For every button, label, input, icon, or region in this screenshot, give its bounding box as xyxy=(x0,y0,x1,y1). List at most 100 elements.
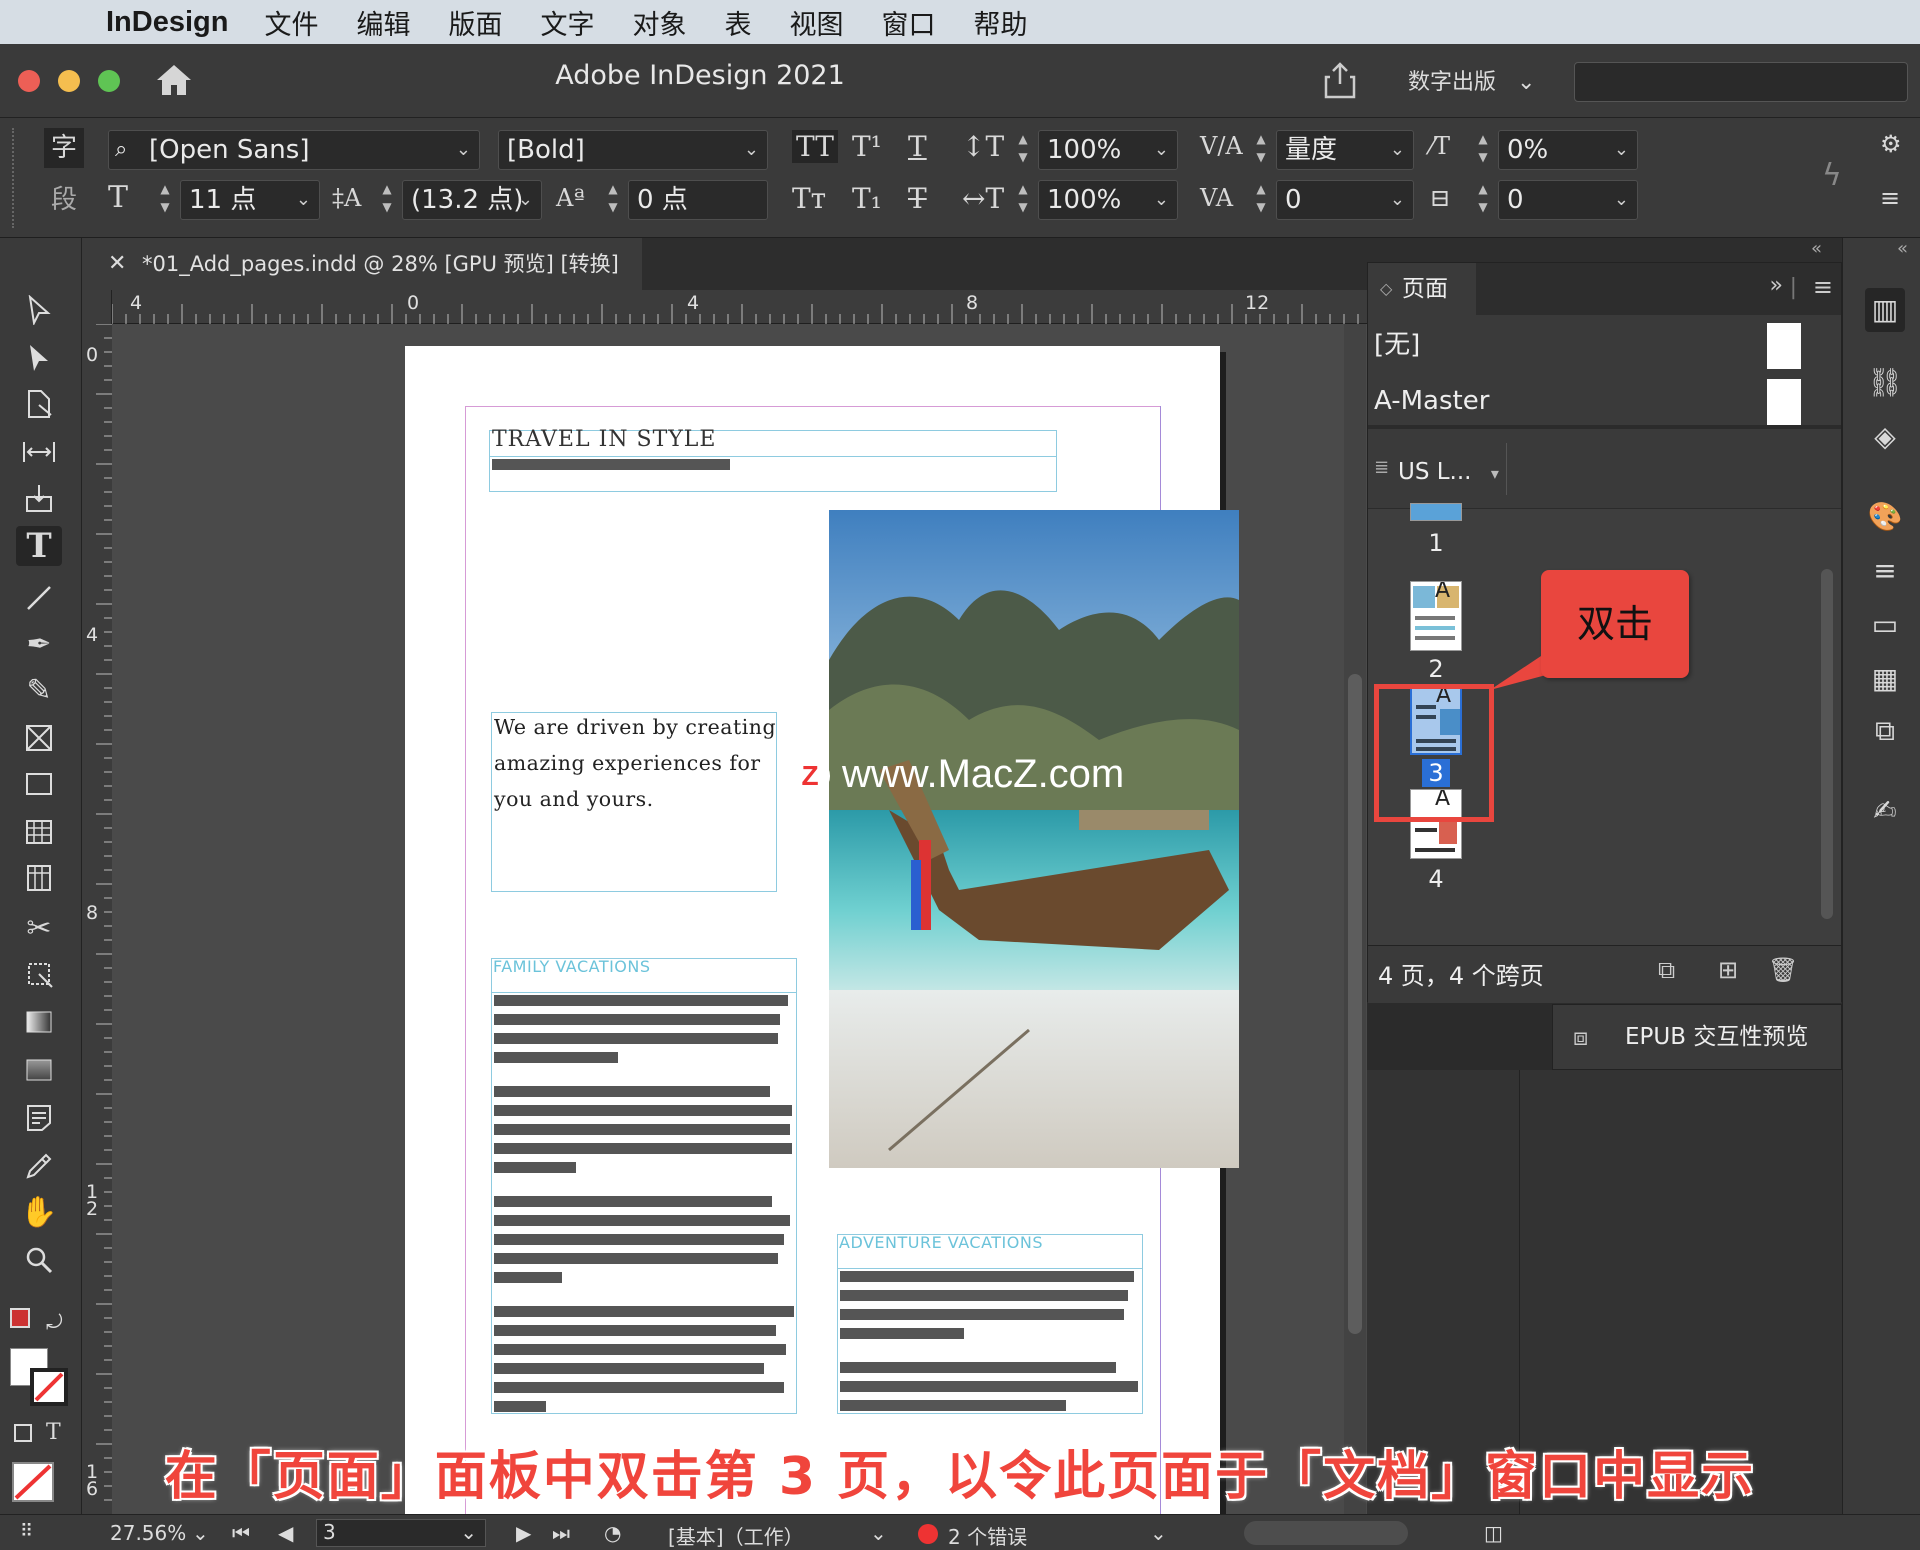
document-tab[interactable]: ✕ *01_Add_pages.indd @ 28% [GPU 预览] [转换] xyxy=(82,238,642,290)
pages-panel-icon[interactable]: ▥ xyxy=(1865,288,1905,332)
menu-item-type[interactable]: 文字 xyxy=(540,3,594,42)
vertical-grid-tool-icon[interactable] xyxy=(16,858,62,898)
swap-colors-icon[interactable]: ⤾ xyxy=(46,1310,63,1334)
chevron-down-icon[interactable]: ⌄ xyxy=(1390,131,1405,169)
scrollbar-thumb[interactable] xyxy=(1348,674,1362,1334)
all-caps-button[interactable]: TT xyxy=(792,130,838,163)
page-tool-icon[interactable] xyxy=(16,384,62,424)
preflight-errors[interactable]: 2 个错误 xyxy=(948,1521,1027,1550)
rectangle-frame-tool-icon[interactable] xyxy=(16,718,62,758)
hand-tool-icon[interactable]: ✋ xyxy=(16,1192,62,1232)
horizontal-scrollbar[interactable] xyxy=(1244,1521,1408,1545)
heading-text-frame[interactable]: TRAVEL IN STYLE xyxy=(489,427,1057,492)
lightning-icon[interactable]: ϟ xyxy=(1822,158,1842,193)
collapse-dock-icon[interactable]: « xyxy=(1897,238,1908,259)
preflight-profile[interactable]: [基本]（工作） xyxy=(668,1521,804,1550)
swatches-panel-icon[interactable]: ▦ xyxy=(1865,662,1905,698)
vertical-scale-field[interactable]: 100% ⌄ xyxy=(1038,130,1178,170)
beach-boat-photo[interactable] xyxy=(829,510,1239,1168)
kerning-stepper[interactable]: ▲ ▼ xyxy=(1250,130,1272,170)
tracking-field[interactable]: 0 ⌄ xyxy=(1276,180,1414,220)
panel-menu-icon[interactable]: ≡ xyxy=(1880,184,1900,212)
scissors-tool-icon[interactable]: ✂ xyxy=(16,908,62,948)
gradient-feather-tool-icon[interactable] xyxy=(16,1050,62,1090)
pencil-tool-icon[interactable]: ✎ xyxy=(16,670,62,710)
pasteboard[interactable]: TRAVEL IN STYLE We are driven by creatin… xyxy=(112,324,1367,1514)
gradient-panel-icon[interactable]: ▭ xyxy=(1865,608,1905,644)
free-transform-tool-icon[interactable] xyxy=(16,954,62,994)
leading-field[interactable]: (13.2 点) ⌄ xyxy=(402,180,542,220)
page-thumbnail-1[interactable] xyxy=(1410,503,1462,521)
menu-item-help[interactable]: 帮助 xyxy=(973,3,1027,42)
page-thumbnail-2[interactable]: A xyxy=(1410,581,1462,651)
open-page-icon[interactable]: ◔ xyxy=(604,1521,621,1545)
collapse-panels-icon[interactable]: « xyxy=(1811,238,1822,259)
menu-item-table[interactable]: 表 xyxy=(724,3,751,42)
skew-stepper[interactable]: ▲ ▼ xyxy=(1472,130,1494,170)
last-page-icon[interactable]: ⏭ xyxy=(552,1521,570,1545)
master-thumbnail[interactable] xyxy=(1767,323,1801,369)
paragraph-mode-button[interactable]: 段 xyxy=(44,180,84,220)
font-style-field[interactable]: [Bold] ⌄ xyxy=(498,130,768,170)
tracking-stepper[interactable]: ▲ ▼ xyxy=(1250,180,1272,220)
horizontal-ruler[interactable]: 4 0 4 8 12 xyxy=(112,290,1367,324)
chevron-down-icon[interactable]: ⌄ xyxy=(460,1520,477,1544)
gear-icon[interactable]: ⚙ xyxy=(1880,130,1902,158)
selection-tool-icon[interactable] xyxy=(16,290,62,330)
type-tool-icon[interactable]: T xyxy=(16,526,62,566)
links-panel-icon[interactable]: ⛓ xyxy=(1865,366,1905,402)
chevron-down-icon[interactable]: ⌄ xyxy=(1154,131,1169,169)
font-family-field[interactable]: ⌕ [Open Sans] ⌄ xyxy=(108,130,480,170)
edit-page-size-icon[interactable]: ⧉ xyxy=(1658,956,1675,984)
baseline-shift-field[interactable]: 0 点 xyxy=(628,180,768,220)
tab-pages[interactable]: ◇ 页面 xyxy=(1368,263,1476,315)
font-size-stepper[interactable]: ▲ ▼ xyxy=(154,180,176,220)
font-size-field[interactable]: 11 点 ⌄ xyxy=(180,180,320,220)
vertical-ruler[interactable]: 0 4 8 1 2 1 6 xyxy=(82,324,112,1514)
small-caps-button[interactable]: Tт xyxy=(792,182,826,215)
pages-scrollbar-thumb[interactable] xyxy=(1821,569,1833,919)
search-field[interactable] xyxy=(1574,62,1908,102)
trash-icon[interactable]: 🗑 xyxy=(1768,956,1798,984)
pen-tool-icon[interactable]: ✒ xyxy=(16,624,62,664)
cc-libraries-icon[interactable]: ⧉ xyxy=(1865,714,1905,750)
share-icon[interactable] xyxy=(1322,60,1358,100)
master-thumbnail[interactable] xyxy=(1767,379,1801,425)
chevron-down-icon[interactable]: ⌄ xyxy=(456,131,471,169)
kerning-field[interactable]: 量度 ⌄ xyxy=(1276,130,1414,170)
expand-panel-icon[interactable]: » xyxy=(1770,273,1783,298)
vertical-scrollbar[interactable] xyxy=(1344,324,1366,1514)
leading-stepper[interactable]: ▲ ▼ xyxy=(376,180,398,220)
page-size-menu[interactable]: US L... ▾ xyxy=(1398,459,1499,485)
split-window-icon[interactable]: ◫ xyxy=(1484,1521,1503,1545)
menu-item-view[interactable]: 视图 xyxy=(789,3,843,42)
strikethrough-button[interactable]: T xyxy=(908,182,927,215)
character-mode-button[interactable]: 字 xyxy=(44,128,84,168)
horizontal-scale-stepper[interactable]: ▲ ▼ xyxy=(1012,180,1034,220)
note-tool-icon[interactable] xyxy=(16,1098,62,1138)
gap-tool-icon[interactable] xyxy=(16,432,62,472)
stroke-panel-icon[interactable]: ≡ xyxy=(1865,554,1905,590)
vertical-scale-stepper[interactable]: ▲ ▼ xyxy=(1012,130,1034,170)
chevron-down-icon[interactable]: ⌄ xyxy=(518,181,533,219)
intro-text-frame[interactable]: We are driven by creating amazing experi… xyxy=(491,712,777,892)
panel-menu-icon[interactable]: ≡ xyxy=(1813,273,1833,301)
menu-item-edit[interactable]: 编辑 xyxy=(356,3,410,42)
menu-item-window[interactable]: 窗口 xyxy=(881,3,935,42)
zoom-level[interactable]: 27.56% xyxy=(110,1521,186,1545)
subscript-button[interactable]: T₁ xyxy=(852,182,882,215)
layers-panel-icon[interactable]: ◈ xyxy=(1865,420,1905,456)
master-item-none[interactable]: [无] xyxy=(1368,317,1841,373)
character-styles-icon[interactable]: ✍ xyxy=(1865,794,1905,830)
content-collector-tool-icon[interactable] xyxy=(16,478,62,518)
color-panel-icon[interactable]: 🎨 xyxy=(1865,500,1905,536)
panel-grip[interactable] xyxy=(12,128,16,228)
rectangle-tool-icon[interactable] xyxy=(16,764,62,804)
chevron-down-icon[interactable]: ⌄ xyxy=(192,1521,209,1545)
menu-item-object[interactable]: 对象 xyxy=(632,3,686,42)
chevron-down-icon[interactable]: ⌄ xyxy=(744,131,759,169)
new-page-icon[interactable]: ⊞ xyxy=(1718,956,1738,984)
family-vacations-frame[interactable]: FAMILY VACATIONS xyxy=(491,957,797,1414)
superscript-button[interactable]: T¹ xyxy=(852,130,882,163)
epub-interactivity-preview-panel[interactable]: ⧈ EPUB 交互性预览 xyxy=(1552,1004,1842,1070)
